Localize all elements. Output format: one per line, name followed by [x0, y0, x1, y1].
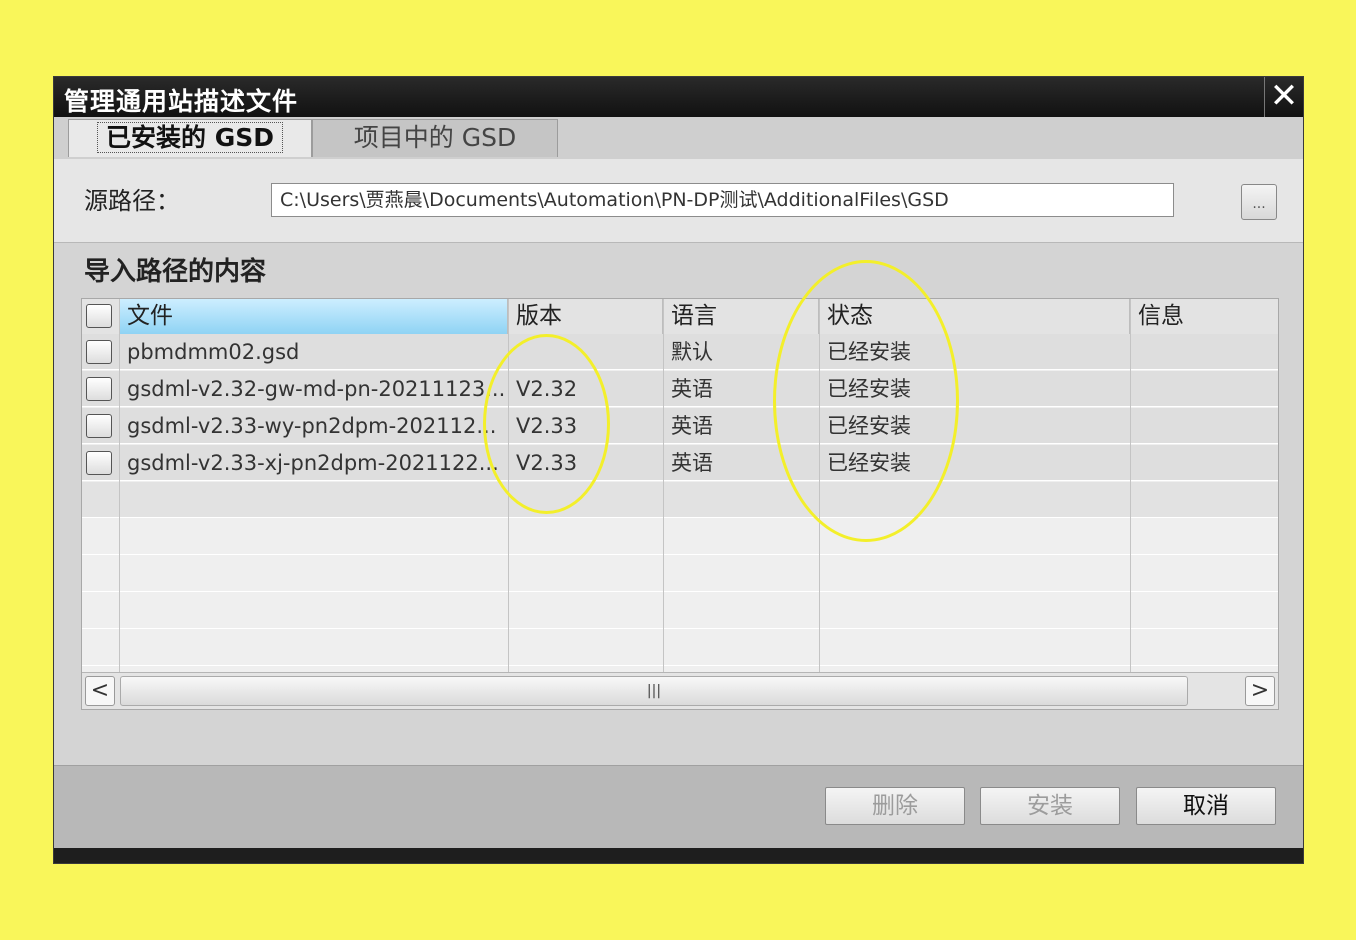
manage-gsd-dialog: 管理通用站描述文件 ✕ 已安装的 GSD 项目中的 GSD 源路径： C:\Us…	[53, 76, 1304, 864]
empty-row	[82, 556, 1278, 592]
source-path-label: 源路径：	[84, 187, 180, 215]
cell-version: V2.33	[516, 451, 578, 475]
empty-row	[82, 482, 1278, 518]
column-divider	[819, 299, 820, 673]
cancel-button[interactable]: 取消	[1136, 787, 1276, 825]
cell-info	[1130, 334, 1278, 370]
cell-info	[1130, 408, 1278, 444]
cell-version: V2.32	[516, 377, 578, 401]
cell-status: 已经安装	[827, 377, 911, 401]
scroll-thumb[interactable]: |||	[120, 676, 1188, 706]
source-path-area: 源路径： C:\Users\贾燕晨\Documents\Automation\P…	[54, 159, 1303, 243]
column-divider	[508, 299, 509, 673]
cell-file: gsdml-v2.32-gw-md-pn-20211123...	[127, 377, 506, 401]
column-header-status[interactable]: 状态	[819, 299, 1130, 334]
column-divider	[663, 299, 664, 673]
cell-version: V2.33	[516, 414, 578, 438]
table-row[interactable]: gsdml-v2.33-wy-pn2dpm-202112... V2.33 英语…	[82, 408, 1278, 444]
table-header: 文件 版本 语言 状态 信息	[82, 299, 1278, 335]
browse-button[interactable]: ...	[1241, 184, 1277, 220]
tab-strip: 已安装的 GSD 项目中的 GSD	[54, 117, 1303, 160]
dialog-titlebar[interactable]: 管理通用站描述文件 ✕	[54, 77, 1303, 117]
import-content-title: 导入路径的内容	[84, 257, 267, 287]
column-header-language[interactable]: 语言	[663, 299, 819, 334]
cell-language: 英语	[671, 377, 713, 401]
table-row[interactable]: pbmdmm02.gsd 默认 已经安装	[82, 334, 1278, 370]
empty-row	[82, 593, 1278, 629]
cell-status: 已经安装	[827, 340, 911, 364]
tab-project-gsd[interactable]: 项目中的 GSD	[312, 119, 558, 157]
row-checkbox[interactable]	[86, 414, 112, 438]
empty-row	[82, 519, 1278, 555]
cell-file: gsdml-v2.33-xj-pn2dpm-2021122...	[127, 451, 499, 475]
tab-installed-gsd-label: 已安装的 GSD	[97, 122, 283, 153]
table-row[interactable]: gsdml-v2.32-gw-md-pn-20211123... V2.32 英…	[82, 371, 1278, 407]
delete-button[interactable]: 删除	[825, 787, 965, 825]
row-checkbox[interactable]	[86, 377, 112, 401]
scroll-left-button[interactable]: <	[85, 676, 115, 706]
source-path-input[interactable]: C:\Users\贾燕晨\Documents\Automation\PN-DP测…	[271, 183, 1174, 217]
cell-file: pbmdmm02.gsd	[127, 340, 300, 364]
scroll-right-button[interactable]: >	[1245, 676, 1275, 706]
column-divider	[1130, 299, 1131, 673]
column-header-version[interactable]: 版本	[508, 299, 663, 334]
cell-info	[1130, 371, 1278, 407]
install-button[interactable]: 安装	[980, 787, 1120, 825]
cell-language: 默认	[671, 340, 713, 364]
cell-language: 英语	[671, 414, 713, 438]
cell-status: 已经安装	[827, 414, 911, 438]
close-icon[interactable]: ✕	[1264, 77, 1303, 117]
tab-installed-gsd[interactable]: 已安装的 GSD	[68, 119, 312, 157]
horizontal-scrollbar[interactable]: < ||| >	[82, 672, 1278, 709]
cell-status: 已经安装	[827, 451, 911, 475]
dialog-title: 管理通用站描述文件	[64, 87, 299, 116]
select-all-checkbox[interactable]	[86, 304, 112, 328]
row-checkbox[interactable]	[86, 451, 112, 475]
table-row[interactable]: gsdml-v2.33-xj-pn2dpm-2021122... V2.33 英…	[82, 445, 1278, 481]
empty-row	[82, 630, 1278, 666]
column-divider	[119, 299, 120, 673]
gsd-file-table: 文件 版本 语言 状态 信息 pbmdmm02.gsd 默认 已经安装 gsdm…	[81, 298, 1279, 710]
column-header-info[interactable]: 信息	[1130, 299, 1278, 334]
dialog-footer: 删除 安装 取消	[54, 765, 1303, 850]
cell-version	[508, 334, 663, 370]
cell-language: 英语	[671, 451, 713, 475]
cell-info	[1130, 445, 1278, 481]
column-header-file[interactable]: 文件	[119, 299, 508, 334]
cell-file: gsdml-v2.33-wy-pn2dpm-202112...	[127, 414, 497, 438]
row-checkbox[interactable]	[86, 340, 112, 364]
dialog-bottom-edge	[54, 848, 1303, 863]
